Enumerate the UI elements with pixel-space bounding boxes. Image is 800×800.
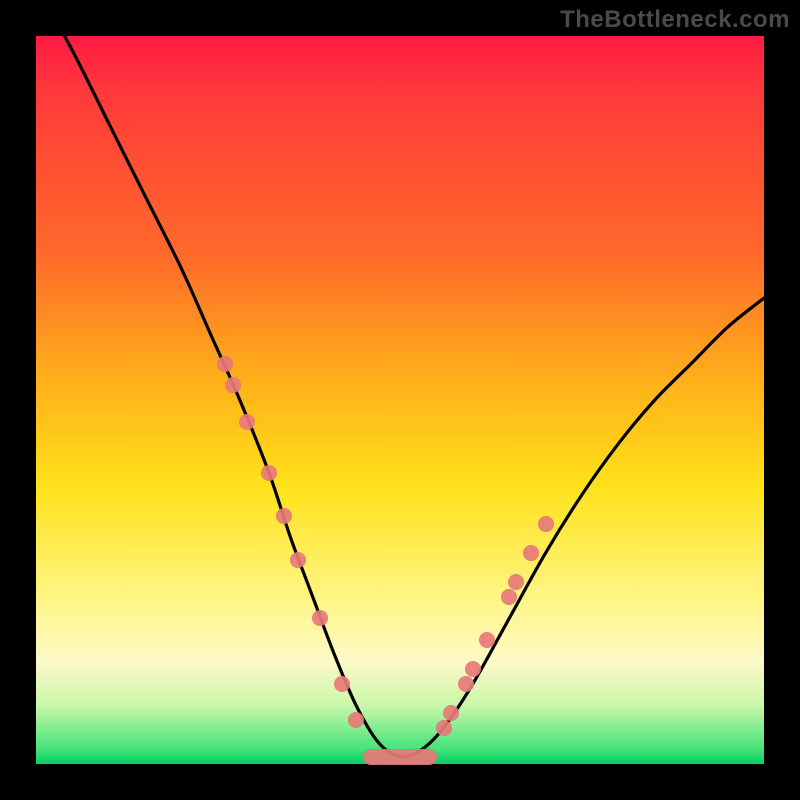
data-marker (239, 414, 255, 430)
watermark-text: TheBottleneck.com (560, 6, 790, 34)
data-marker (225, 377, 241, 393)
data-marker (523, 545, 539, 561)
valley-marker (363, 749, 437, 765)
data-marker (334, 676, 350, 692)
outer-frame: TheBottleneck.com (0, 0, 800, 800)
data-marker (276, 508, 292, 524)
data-marker (501, 589, 517, 605)
data-marker (443, 705, 459, 721)
data-marker (538, 516, 554, 532)
data-marker (261, 465, 277, 481)
data-marker (458, 676, 474, 692)
data-marker (436, 720, 452, 736)
plot-area (36, 36, 764, 764)
data-marker (217, 356, 233, 372)
bottleneck-curve (36, 36, 764, 764)
